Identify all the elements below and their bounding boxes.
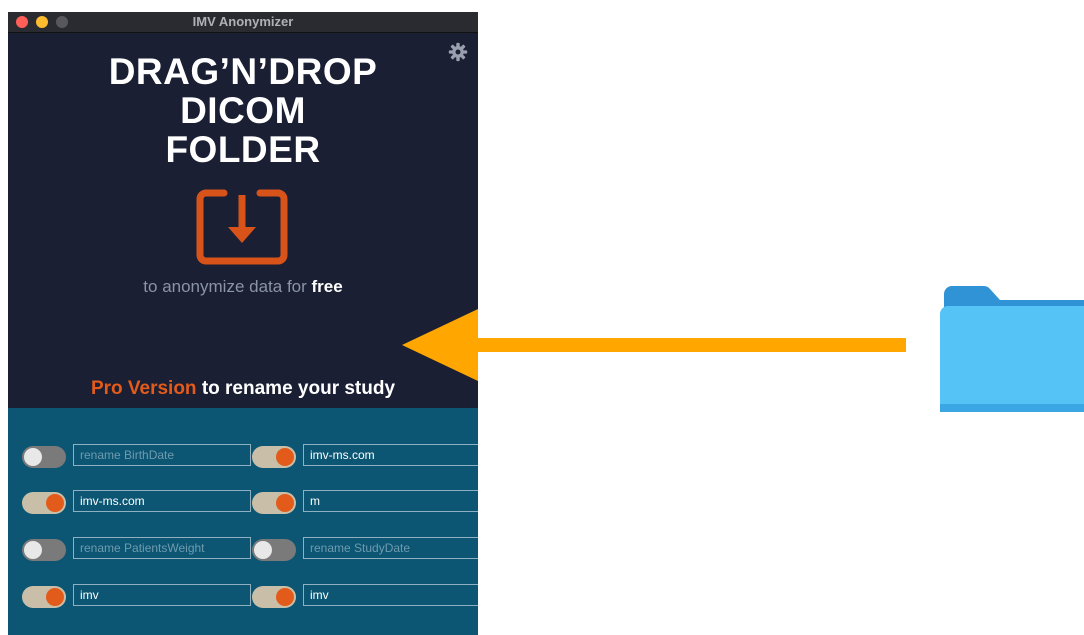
pro-version-link[interactable]: Pro Version <box>91 378 197 399</box>
study-date-field[interactable]: rename StudyDate <box>303 537 478 559</box>
study-date-toggle[interactable] <box>252 539 296 561</box>
drop-heading-line-2: DICOM <box>180 90 306 131</box>
title-bar: IMV Anonymizer <box>8 12 478 33</box>
row2-left-field[interactable]: imv-ms.com <box>73 490 251 512</box>
subtitle-text: to anonymize data for <box>143 277 312 296</box>
drag-direction-arrow <box>402 309 906 381</box>
birthdate-field[interactable]: rename BirthDate <box>73 444 251 466</box>
anonymization-settings-panel: rename BirthDate imv-ms.com imv-ms.com m… <box>8 408 478 635</box>
row4-right-toggle[interactable] <box>252 586 296 608</box>
drop-heading-line-3: FOLDER <box>165 129 321 170</box>
patients-weight-toggle[interactable] <box>22 539 66 561</box>
settings-row-1: rename BirthDate imv-ms.com <box>8 444 478 470</box>
row1-right-toggle[interactable] <box>252 446 296 468</box>
window-title: IMV Anonymizer <box>192 14 294 29</box>
birthdate-toggle[interactable] <box>22 446 66 468</box>
row2-left-toggle[interactable] <box>22 492 66 514</box>
settings-row-4: imv imv <box>8 584 478 610</box>
row2-right-toggle[interactable] <box>252 492 296 514</box>
row1-right-field[interactable]: imv-ms.com <box>303 444 478 466</box>
row4-left-toggle[interactable] <box>22 586 66 608</box>
patients-weight-field[interactable]: rename PatientsWeight <box>73 537 251 559</box>
settings-row-2: imv-ms.com m <box>8 490 478 516</box>
drop-heading-line-1: DRAG’N’DROP <box>108 51 378 92</box>
download-tray-icon <box>196 189 288 265</box>
row2-right-field[interactable]: m <box>303 490 478 512</box>
pro-version-text: to rename your study <box>196 378 396 399</box>
row4-left-field[interactable]: imv <box>73 584 251 606</box>
row4-right-field[interactable]: imv <box>303 584 478 606</box>
settings-row-3: rename PatientsWeight rename StudyDate <box>8 537 478 563</box>
folder-icon[interactable] <box>938 284 1084 414</box>
subtitle-free: free <box>311 277 343 296</box>
drop-subtitle: to anonymize data for free <box>8 277 478 297</box>
